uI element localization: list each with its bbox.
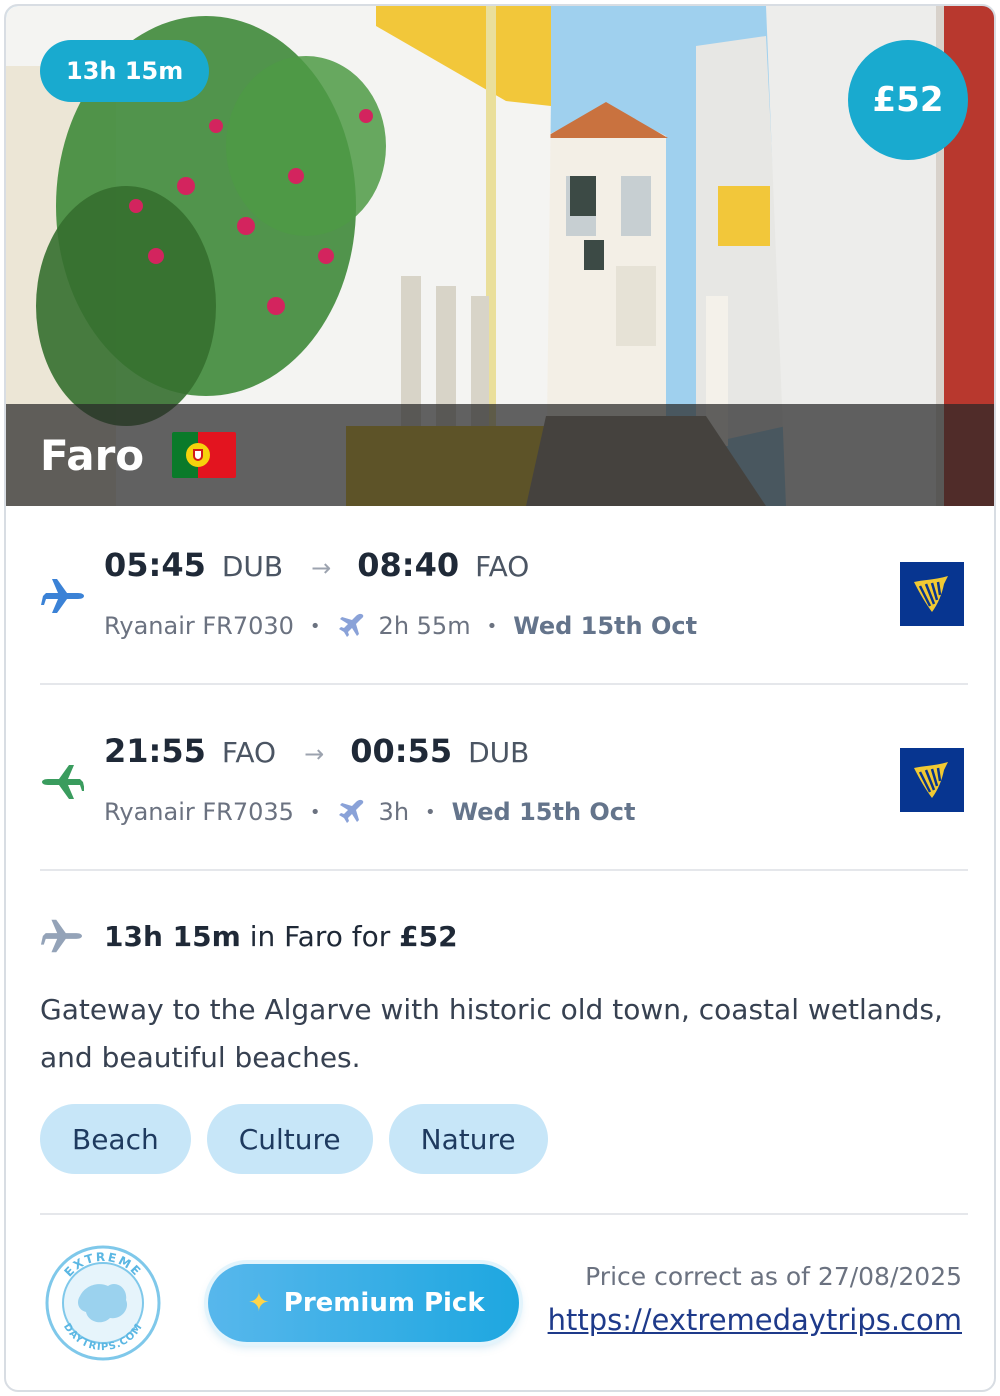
- airline-flight-number: Ryanair FR7035: [104, 798, 294, 826]
- plane-landing-icon: [42, 765, 84, 799]
- arrow-right-icon: →: [304, 740, 325, 768]
- arrive-time: 00:55: [350, 732, 453, 770]
- arrive-time: 08:40: [357, 546, 460, 584]
- flight-duration-icon: [338, 613, 363, 637]
- summary-text: in Faro for: [240, 919, 400, 953]
- tag-culture[interactable]: Culture: [206, 1104, 373, 1174]
- airline-flight-number: Ryanair FR7030: [104, 612, 294, 640]
- depart-airport: FAO: [221, 736, 277, 769]
- ryanair-logo-icon: [900, 748, 964, 812]
- flight-date: Wed 15th Oct: [451, 798, 636, 826]
- premium-pick-label: Premium Pick: [283, 1288, 485, 1318]
- trip-card[interactable]: 13h 15m £52 Faro 05:45 DUB → 08:40 FAO R…: [4, 4, 996, 1392]
- return-flight: 21:55 FAO → 00:55 DUB Ryanair FR7035 • 3…: [40, 732, 964, 852]
- flight-duration: 2h 55m: [378, 612, 471, 640]
- tag-nature[interactable]: Nature: [388, 1104, 548, 1174]
- extreme-daytrips-logo: EXTREME DAYTRIPS.COM: [45, 1245, 161, 1361]
- divider: [40, 1213, 968, 1215]
- trip-summary: 13h 15m in Faro for £52: [40, 912, 458, 960]
- separator: •: [309, 615, 321, 637]
- divider: [40, 683, 968, 685]
- separator: •: [425, 801, 436, 823]
- flight-duration-icon: [338, 799, 363, 823]
- flight-date: Wed 15th Oct: [513, 612, 698, 640]
- tag-beach[interactable]: Beach: [40, 1104, 191, 1174]
- outbound-flight: 05:45 DUB → 08:40 FAO Ryanair FR7030 • 2…: [40, 546, 964, 666]
- tag-list: Beach Culture Nature: [40, 1104, 548, 1174]
- premium-pick-button[interactable]: ✦ Premium Pick: [208, 1264, 519, 1342]
- ryanair-logo-icon: [900, 562, 964, 626]
- flight-duration: 3h: [378, 798, 410, 826]
- separator: •: [309, 801, 321, 823]
- plane-icon: [40, 919, 82, 953]
- depart-time: 05:45: [104, 546, 206, 584]
- plane-takeoff-icon: [41, 579, 84, 613]
- sparkles-icon: ✦: [248, 1288, 270, 1318]
- price-note: Price correct as of 27/08/2025: [585, 1262, 962, 1291]
- divider: [40, 869, 968, 871]
- summary-price: £52: [399, 919, 458, 953]
- depart-airport: DUB: [221, 550, 284, 583]
- arrive-airport: FAO: [475, 550, 530, 583]
- portugal-flag-icon: [172, 432, 237, 478]
- hero-image: 13h 15m £52 Faro: [6, 6, 994, 506]
- summary-duration: 13h 15m: [104, 919, 241, 953]
- price-badge: £52: [848, 40, 968, 160]
- arrive-airport: DUB: [468, 736, 530, 769]
- website-link[interactable]: https://extremedaytrips.com: [548, 1303, 962, 1337]
- duration-badge: 13h 15m: [40, 40, 210, 102]
- hero-title-bar: Faro: [6, 404, 994, 506]
- destination-description: Gateway to the Algarve with historic old…: [40, 993, 943, 1074]
- separator: •: [486, 615, 498, 637]
- footer-info: Price correct as of 27/08/2025 https://e…: [548, 1262, 962, 1337]
- arrow-right-icon: →: [311, 554, 332, 582]
- city-name: Faro: [40, 430, 145, 480]
- depart-time: 21:55: [104, 732, 206, 770]
